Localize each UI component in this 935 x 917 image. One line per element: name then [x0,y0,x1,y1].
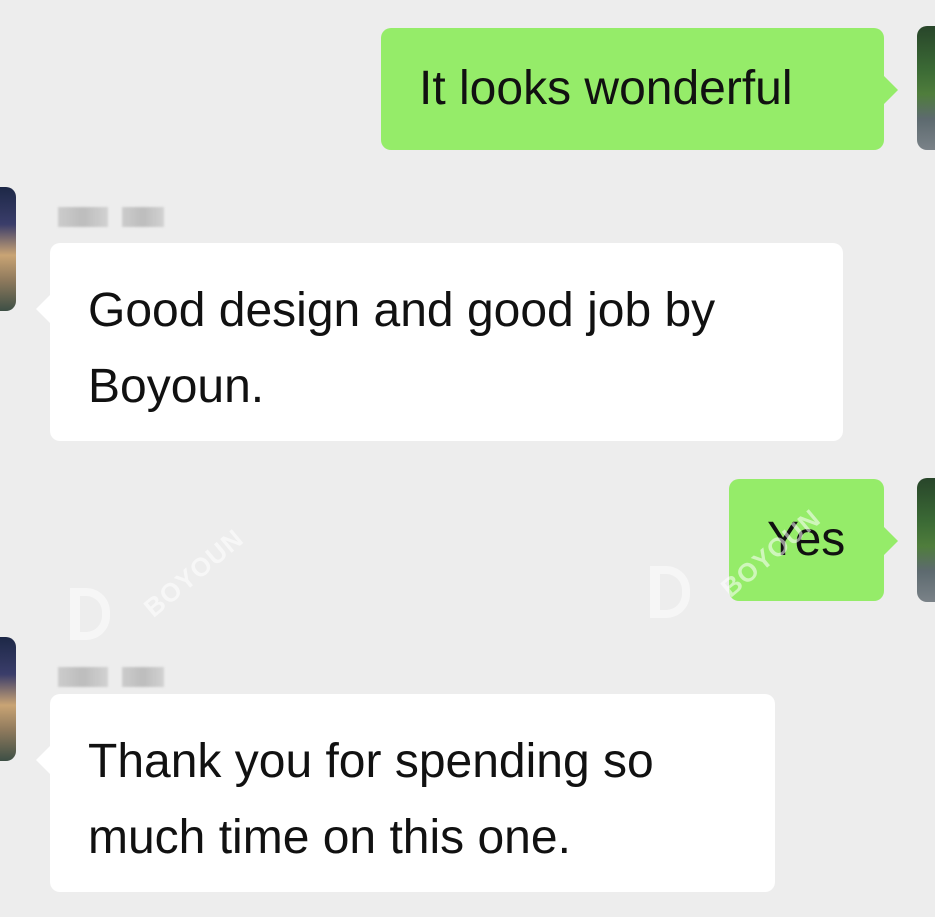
incoming-message-bubble[interactable]: Good design and good job by Boyoun. [36,243,843,441]
bubble-tail [36,746,50,774]
sender-name-redacted [58,667,164,687]
message-text: Thank you for spending so much time on t… [88,735,654,864]
contact-avatar[interactable] [0,187,16,311]
chat-window: It looks wonderful Good design and good … [0,0,935,917]
bubble-tail [36,295,50,323]
redaction-block [58,667,108,687]
redaction-block [58,207,108,227]
watermark-logo-icon [650,566,690,618]
outgoing-message-bubble[interactable]: It looks wonderful [381,28,898,150]
bubble-tail [884,527,898,555]
sender-name-redacted [58,207,164,227]
watermark-text: BOYOUN [138,522,250,623]
watermark-logo-icon [70,588,110,640]
message-text: It looks wonderful [419,62,793,115]
redaction-block [122,667,164,687]
self-avatar[interactable] [917,478,935,602]
bubble-tail [884,76,898,104]
message-text: Good design and good job by Boyoun. [88,284,716,413]
incoming-message-bubble[interactable]: Thank you for spending so much time on t… [36,694,775,892]
self-avatar[interactable] [917,26,935,150]
contact-avatar[interactable] [0,637,16,761]
redaction-block [122,207,164,227]
